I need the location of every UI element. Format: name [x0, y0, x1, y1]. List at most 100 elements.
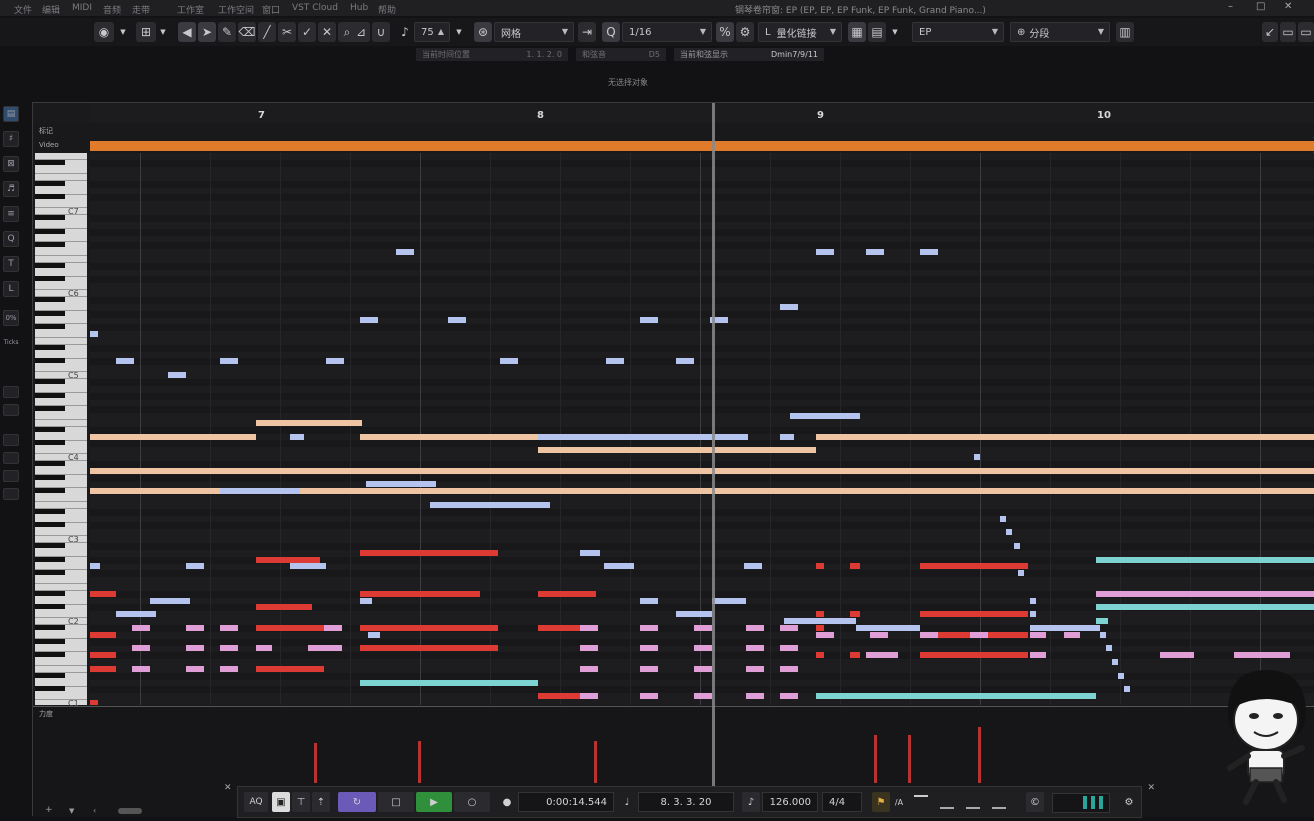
eraser-tool-icon[interactable]: ⌫ — [238, 22, 256, 42]
midi-note[interactable] — [866, 652, 898, 659]
black-key[interactable] — [35, 440, 65, 446]
midi-note[interactable] — [132, 665, 150, 672]
menu-edit[interactable]: 编辑 — [42, 3, 60, 16]
midi-note[interactable] — [1000, 515, 1006, 522]
midi-note[interactable] — [974, 454, 980, 460]
midi-note[interactable] — [186, 563, 204, 570]
side-control[interactable] — [3, 404, 19, 416]
marker-nav-icon[interactable]: /A — [892, 792, 906, 812]
midi-note[interactable] — [850, 611, 860, 618]
midi-note[interactable] — [712, 597, 746, 604]
midi-note[interactable] — [1106, 645, 1112, 652]
menu-hub[interactable]: Hub — [350, 3, 368, 13]
velocity-bar[interactable] — [908, 735, 911, 783]
midi-note[interactable] — [866, 249, 884, 255]
midi-note[interactable] — [538, 488, 1314, 495]
midi-note[interactable] — [640, 645, 658, 652]
play-button[interactable]: ▶ — [416, 792, 452, 812]
velocity-bar[interactable] — [874, 735, 877, 783]
midi-note[interactable] — [816, 624, 824, 631]
midi-note[interactable] — [850, 563, 860, 570]
black-key[interactable] — [35, 488, 65, 494]
midi-note[interactable] — [694, 624, 712, 631]
midi-note[interactable] — [780, 624, 798, 631]
record-button[interactable]: ○ — [454, 792, 490, 812]
chevron-down-icon[interactable]: ▼ — [888, 22, 902, 42]
midi-note[interactable] — [90, 590, 116, 597]
bars-beats-display[interactable]: 8. 3. 3. 20 — [638, 792, 734, 812]
black-key[interactable] — [35, 262, 65, 268]
piano-keyboard[interactable]: C7 C6 C5 C4 C3 C2 C1 — [35, 153, 87, 769]
black-key[interactable] — [35, 652, 65, 658]
midi-insert-icon[interactable]: ♯ — [3, 131, 19, 147]
velocity-bar[interactable] — [418, 741, 421, 783]
iterative-quantize-icon[interactable]: % — [716, 22, 734, 42]
solo-editor-icon[interactable]: ◉ — [94, 22, 114, 42]
midi-note[interactable] — [326, 358, 344, 365]
midi-note[interactable] — [676, 611, 712, 618]
midi-note[interactable] — [538, 433, 748, 440]
midi-note[interactable] — [920, 563, 1028, 570]
black-key[interactable] — [35, 672, 65, 678]
inspector-icon[interactable]: ▤ — [3, 106, 19, 122]
speaker-icon[interactable]: ◀ — [178, 22, 196, 42]
midi-note[interactable] — [256, 624, 326, 631]
midi-note[interactable] — [816, 249, 834, 255]
black-key[interactable] — [35, 310, 65, 316]
split-tool-icon[interactable]: ✂ — [278, 22, 296, 42]
black-key[interactable] — [35, 624, 65, 630]
midi-note[interactable] — [308, 645, 342, 652]
black-key[interactable] — [35, 686, 65, 692]
midi-note[interactable] — [744, 563, 762, 570]
midi-note[interactable] — [256, 556, 320, 563]
midi-note[interactable] — [640, 665, 658, 672]
midi-note[interactable] — [920, 249, 938, 255]
midi-note[interactable] — [1006, 529, 1012, 536]
black-key[interactable] — [35, 392, 65, 398]
midi-note[interactable] — [256, 604, 312, 611]
midi-note[interactable] — [150, 597, 190, 604]
midi-note[interactable] — [606, 358, 624, 365]
midi-note[interactable] — [448, 317, 466, 324]
black-key[interactable] — [35, 378, 65, 384]
midi-note[interactable] — [1096, 618, 1108, 624]
quantize-link-dropdown[interactable]: L 量化链接 ▼ — [758, 22, 842, 42]
black-key[interactable] — [35, 556, 65, 562]
chord-note-field[interactable]: 和弦音 D5 — [576, 48, 666, 61]
black-key[interactable] — [35, 460, 65, 466]
midi-note[interactable] — [116, 611, 156, 618]
midi-note[interactable] — [746, 624, 764, 631]
midi-note[interactable] — [1030, 631, 1046, 638]
midi-note[interactable] — [816, 652, 824, 659]
midi-note[interactable] — [746, 665, 764, 672]
black-key[interactable] — [35, 180, 65, 186]
marker-track[interactable]: 标记 — [33, 123, 1314, 137]
midi-note[interactable] — [640, 693, 658, 700]
midi-note[interactable] — [694, 645, 712, 652]
midi-note[interactable] — [580, 645, 598, 652]
midi-note[interactable] — [816, 563, 824, 570]
time-display[interactable]: 0:00:14.544 — [518, 792, 614, 812]
midi-note[interactable] — [220, 665, 238, 672]
close-icon[interactable]: ✕ — [1284, 1, 1292, 12]
midi-note[interactable] — [640, 597, 658, 604]
toolbar-settings-icon[interactable]: ▥ — [1116, 22, 1134, 42]
transform-icon[interactable]: ⊠ — [3, 156, 19, 172]
midi-note[interactable] — [780, 665, 798, 672]
midi-note[interactable] — [694, 693, 712, 700]
list-icon[interactable]: ≡ — [3, 206, 19, 222]
midi-note[interactable] — [220, 358, 238, 365]
black-key[interactable] — [35, 214, 65, 220]
trim-tool-icon[interactable]: ╱ — [258, 22, 276, 42]
video-event[interactable] — [90, 141, 1314, 151]
black-key[interactable] — [35, 638, 65, 644]
ruler[interactable]: 7 8 9 10 — [90, 103, 1314, 124]
black-key[interactable] — [35, 194, 65, 200]
lock-icon[interactable]: ▣ — [272, 792, 290, 812]
black-key[interactable] — [35, 276, 65, 282]
glue-tool-icon[interactable]: ✓ — [298, 22, 316, 42]
midi-note[interactable] — [580, 665, 598, 672]
midi-note[interactable] — [220, 488, 300, 495]
midi-note[interactable] — [132, 624, 150, 631]
menu-audio[interactable]: 音频 — [103, 3, 121, 16]
